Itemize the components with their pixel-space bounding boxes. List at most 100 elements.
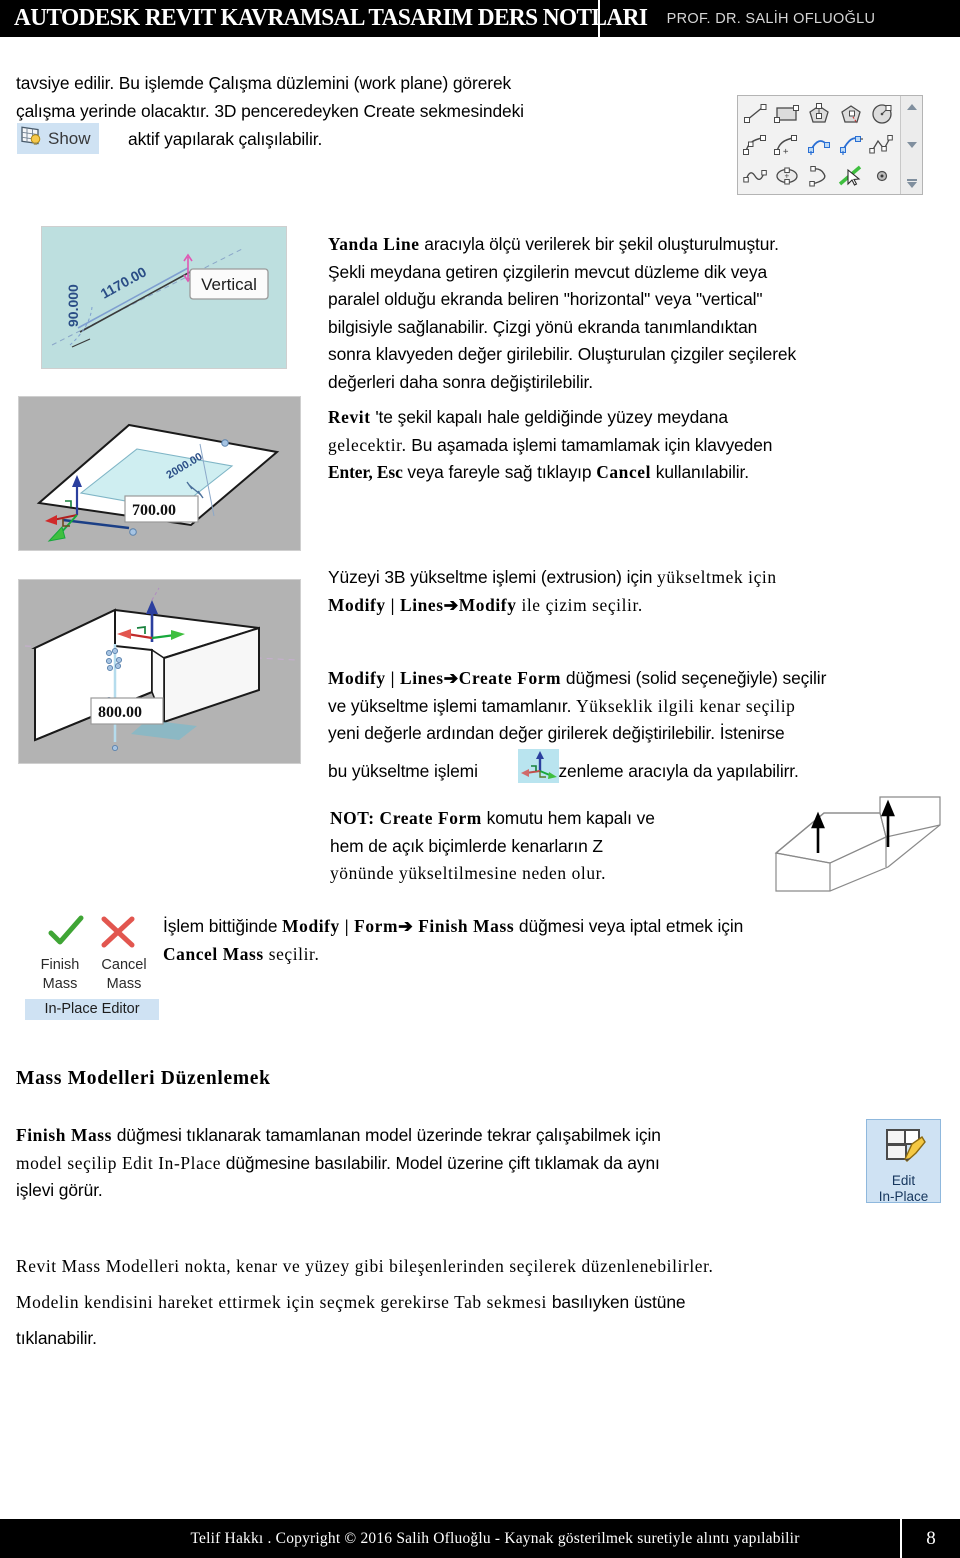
palette-scrollbar[interactable] (900, 96, 922, 194)
svg-text:1170.00: 1170.00 (98, 263, 150, 301)
page-number: 8 (926, 1527, 936, 1549)
spline-tool-icon[interactable] (740, 160, 772, 191)
arc-3point-tool-icon[interactable] (740, 130, 772, 161)
finish-mass-label-line2: Mass (42, 976, 78, 992)
p2-line5: sonra klavyeden değer girilebilir. Oluşt… (328, 344, 797, 364)
header-title-box: AUTODESK REVIT KAVRAMSAL TASARIM DERS NO… (0, 0, 648, 37)
move-gizmo-icon (518, 749, 559, 783)
p3-line2: Bu aşamada işlemi tamamlamak için klavye… (406, 434, 773, 455)
p5-create-form-command: Modify | Lines➔Create Form (328, 668, 562, 688)
edit-in-place-label-line1: Edit (891, 1173, 916, 1188)
p5-line3: yeni değerle ardından değer girilerek de… (328, 723, 785, 743)
cancel-mass-x-icon[interactable] (99, 915, 137, 954)
arc-center-ends-tool-icon[interactable]: + (772, 130, 804, 161)
paragraph-extrusion: Yüzeyi 3B yükseltme işlemi (extrusion) i… (328, 564, 953, 619)
p8-edit-in-place-command: model seçilip Edit In-Place (16, 1152, 222, 1173)
paragraph-closed-shape: Revit 'te şekil kapalı hale geldiğinde y… (328, 404, 950, 487)
p5-line4a: bu yükseltme işlemi (328, 760, 483, 781)
cancel-mass-label-line1: Cancel (101, 957, 147, 973)
svg-text:Vertical: Vertical (201, 275, 257, 294)
p6-line2: hem de açık biçimlerde kenarların Z (330, 835, 603, 856)
polygon-inscribed-tool-icon[interactable] (803, 99, 835, 130)
paragraph-mass-components: Revit Mass Modelleri nokta, kenar ve yüz… (16, 1248, 916, 1356)
page-header: AUTODESK REVIT KAVRAMSAL TASARIM DERS NO… (0, 0, 960, 37)
p6-line1-rest: komutu hem kapalı ve (481, 808, 655, 828)
page-footer: Telif Hakkı . Copyright © 2016 Salih Ofl… (0, 1519, 960, 1558)
p3-line3-end: kullanılabilir. (651, 462, 749, 482)
revit-draw-tools-palette[interactable]: + + (737, 95, 923, 195)
cancel-mass-label-line2: Mass (106, 976, 142, 992)
draw-tools-grid: + + (738, 96, 900, 194)
pick-lines-tool-icon[interactable] (835, 160, 867, 191)
p8-line1-rest: düğmesi tıklanarak tamamlanan model üzer… (112, 1125, 661, 1145)
rectangle-tool-icon[interactable] (772, 99, 804, 130)
p9-line1: Revit Mass Modelleri nokta, kenar ve yüz… (16, 1256, 714, 1276)
p1-line1: tavsiye edilir. Bu işlemde Çalışma düzle… (16, 73, 512, 93)
p5-line4b: düzenleme aracıyla da yapılabilirr. (534, 760, 799, 781)
l-shape-extrusion-diagram (768, 795, 944, 902)
circle-tool-icon[interactable] (866, 99, 898, 130)
page-title: AUTODESK REVIT KAVRAMSAL TASARIM DERS NO… (14, 5, 648, 31)
in-place-editor-labels-row2: Mass Mass (25, 975, 159, 994)
p2-line2: Şekli meydana getiren çizgilerin mevcut … (328, 261, 768, 282)
p4-line2-rest: ile çizim seçilir. (516, 594, 643, 615)
p2-line6: değerleri daha sonra değiştirilebilir. (328, 371, 593, 392)
paragraph-create-form: Modify | Lines➔Create Form düğmesi (soli… (328, 665, 958, 785)
scroll-up-icon[interactable] (904, 99, 920, 115)
p6-note-label: NOT: Create Form (330, 808, 482, 828)
p5-line2a: ve yükseltme işlemi tamamlanır. (328, 695, 577, 716)
p9-line2b: basılıyken üstüne (551, 1292, 686, 1312)
p3-enter-esc-keys: Enter, Esc (328, 462, 403, 482)
svg-text:800.00: 800.00 (98, 704, 142, 721)
p6-line3: yönünde yükseltilmesine neden olur. (330, 863, 607, 883)
line-tool-icon[interactable] (740, 99, 772, 130)
p4-line1a: Yüzeyi 3B yükseltme işlemi (extrusion) i… (328, 567, 658, 587)
fillet-arc-tool-icon[interactable] (835, 130, 867, 161)
p7-cancel-mass-command: Cancel Mass (163, 943, 264, 964)
p3-cancel-command: Cancel (596, 462, 652, 482)
revit-extruded-mass-screenshot: 800.00 800.00 (18, 579, 301, 764)
svg-text:90.000: 90.000 (65, 284, 81, 327)
p8-line3: işlevi görür. (16, 1180, 103, 1200)
p7-finish-mass-command: Modify | Form➔ Finish Mass (282, 916, 515, 936)
p7-line1a: İşlem bittiğinde (163, 916, 283, 936)
finish-mass-check-icon[interactable] (47, 915, 85, 954)
arc-tangent-end-tool-icon[interactable] (803, 130, 835, 161)
show-work-plane-button[interactable]: Show (17, 123, 99, 154)
p3-bold-revit: Revit (328, 407, 371, 427)
in-place-editor-icons (25, 912, 159, 956)
edit-in-place-icon (881, 1126, 927, 1173)
p4-modify-lines-command: Modify | Lines➔Modify (328, 594, 517, 615)
revit-line-dimension-screenshot: 1170.00 90.000 Vertical 1170.00 90.000 V… (41, 226, 287, 369)
in-place-editor-panel[interactable]: Finish Cancel Mass Mass In-Place Editor (25, 912, 159, 1020)
show-button-label: Show (48, 128, 91, 148)
polygon-circumscribed-tool-icon[interactable] (835, 99, 867, 130)
partial-ellipse-tool-icon[interactable] (803, 160, 835, 191)
p5-line2b: Yükseklik ilgili kenar seçilip (576, 695, 796, 716)
ellipse-tool-icon[interactable]: + (772, 160, 804, 191)
p2-line4: bilgisiyle sağlanabilir. Çizgi yönü ekra… (328, 316, 758, 337)
p7-line2-rest: seçilir. (263, 943, 320, 964)
revit-workplane-sketch-screenshot: 2000.00 700.00 2000.00 700.00 (18, 396, 301, 551)
p7-line1b: düğmesi veya iptal etmek için (514, 916, 744, 936)
in-place-editor-labels-row1: Finish Cancel (25, 956, 159, 975)
header-author: PROF. DR. SALİH OFLUOĞLU (666, 10, 876, 27)
p2-lead-bold: Yanda Line (328, 234, 420, 254)
p3-line2-emph: gelecektir. (328, 434, 407, 455)
p3-line1: 'te şekil kapalı hale geldiğinde yüzey m… (370, 407, 728, 427)
edit-in-place-button[interactable]: Edit In-Place (866, 1119, 941, 1204)
p8-line2-rest: düğmesine basılabilir. Model üzerine çif… (221, 1152, 660, 1173)
p1-line3: aktif yapılarak çalışılabilir. (128, 129, 323, 149)
p9-line2a: Modelin kendisini hareket ettirmek için … (16, 1292, 552, 1312)
p4-line1b: yükseltmek için (657, 567, 777, 587)
expand-panel-icon[interactable] (904, 175, 920, 191)
paragraph-line-tool: Yanda Line aracıyla ölçü verilerek bir ş… (328, 231, 950, 396)
p1-line2: çalışma yerinde olacaktır. 3D penceredey… (16, 100, 524, 121)
spline-through-points-tool-icon[interactable] (866, 130, 898, 161)
svg-text:700.00: 700.00 (132, 502, 176, 519)
section-heading-mass-editing: Mass Modelleri Düzenlemek (16, 1068, 271, 1089)
footer-copyright: Telif Hakkı . Copyright © 2016 Salih Ofl… (190, 1529, 800, 1547)
point-element-tool-icon[interactable] (866, 160, 898, 191)
paragraph-finish-mass: İşlem bittiğinde Modify | Form➔ Finish M… (163, 913, 923, 968)
scroll-down-icon[interactable] (904, 137, 920, 153)
